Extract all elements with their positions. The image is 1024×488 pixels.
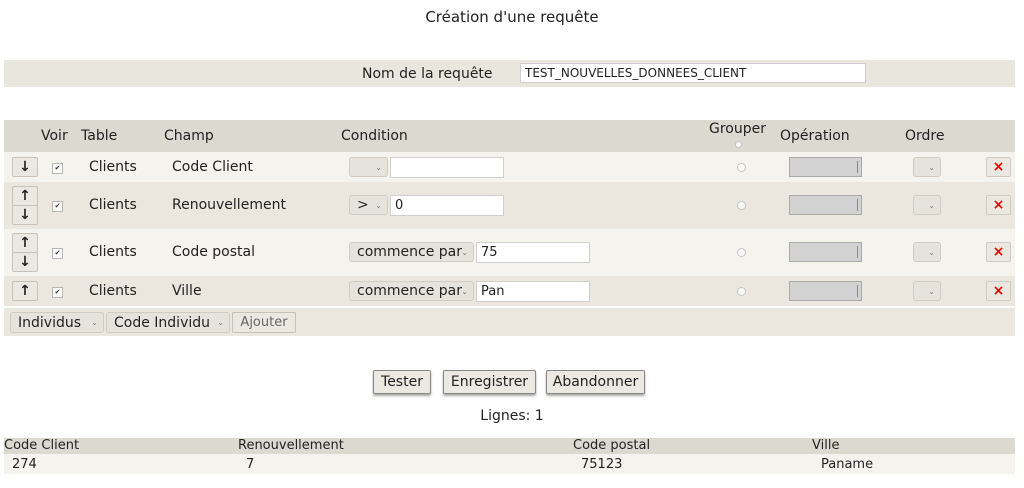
result-col-renouvellement: Renouvellement [238,438,344,453]
chevron-down-icon: ⌄ [928,200,935,210]
page-title: Création d'une requête [425,8,599,26]
grouper-radio[interactable] [737,287,746,296]
result-cell: 274 [12,457,37,472]
ordre-select[interactable]: ⌄ [913,195,941,215]
grouper-radio[interactable] [737,248,746,257]
ordre-select[interactable]: ⌄ [913,281,941,301]
delete-icon: × [992,159,1005,175]
col-condition: Condition [341,128,408,144]
col-operation: Opération [780,128,850,144]
ordre-select[interactable]: ⌄ [913,157,941,177]
table-header: Voir Table Champ Condition Grouper Opéra… [4,120,1015,152]
ordre-select[interactable]: ⌄ [913,242,941,262]
chevron-down-icon: ⌄ [461,286,468,296]
move-down-button[interactable]: ↓ [12,157,38,177]
delete-row-button[interactable]: × [986,281,1011,301]
col-champ: Champ [164,128,214,144]
condition-value-input[interactable]: Pan [476,281,590,302]
results-header: Code Client Renouvellement Code postal V… [4,438,1015,454]
result-col-ville: Ville [812,438,840,453]
move-up-button[interactable]: ↑ [12,233,38,253]
row-champ: Ville [172,283,202,299]
col-voir: Voir [41,128,68,144]
condition-operator-select[interactable]: commence par ⌄ [349,281,474,301]
result-cell: 75123 [581,457,623,472]
condition-operator-select[interactable]: commence par ⌄ [349,242,474,262]
condition-operator-select[interactable]: ⌄ [349,157,388,177]
chevron-down-icon: ⌄ [928,286,935,296]
condition-operator-value: commence par [357,283,463,299]
tester-button[interactable]: Tester [373,370,431,394]
table-row: ↑ ↓ ✔ Clients Renouvellement > ⌄ 0 ⌄ × [4,182,1015,229]
col-ordre: Ordre [905,128,945,144]
result-cell: Paname [821,457,874,472]
query-fields-table: Voir Table Champ Condition Grouper Opéra… [4,120,1015,306]
move-down-button[interactable]: ↓ [12,205,38,225]
move-down-button[interactable]: ↓ [12,252,38,272]
voir-checkbox[interactable]: ✔ [52,248,63,259]
chevron-down-icon: ⌄ [375,200,382,210]
chevron-down-icon: ⌄ [217,318,224,327]
operation-select[interactable] [789,195,862,215]
delete-icon: × [992,197,1005,213]
row-champ: Code postal [172,244,255,260]
table-select-value: Individus [18,314,82,331]
field-select[interactable]: Code Individu ⌄ [106,312,230,333]
row-table: Clients [89,244,137,260]
operation-select[interactable] [789,242,862,262]
operation-select[interactable] [789,281,862,301]
delete-row-button[interactable]: × [986,242,1011,262]
chevron-down-icon: ⌄ [928,162,935,172]
voir-checkbox[interactable]: ✔ [52,163,63,174]
delete-row-button[interactable]: × [986,157,1011,177]
chevron-down-icon: ⌄ [928,247,935,257]
move-up-button[interactable]: ↑ [12,186,38,206]
condition-value-input[interactable]: 75 [476,242,590,263]
chevron-down-icon: ⌄ [461,247,468,257]
abandonner-button[interactable]: Abandonner [546,370,645,394]
voir-checkbox[interactable]: ✔ [52,287,63,298]
query-name-input[interactable]: TEST_NOUVELLES_DONNEES_CLIENT [520,63,866,83]
result-row: 274 7 75123 Paname [4,454,1015,474]
table-row: ↑ ↓ ✔ Clients Code postal commence par ⌄ … [4,229,1015,276]
row-table: Clients [89,159,137,175]
result-cell: 7 [246,457,255,472]
row-champ: Code Client [172,159,253,175]
table-row: ↓ ✔ Clients Code Client ⌄ ⌄ × [4,152,1015,182]
delete-row-button[interactable]: × [986,195,1011,215]
voir-checkbox[interactable]: ✔ [52,201,63,212]
condition-operator-select[interactable]: > ⌄ [349,195,388,215]
delete-icon: × [992,283,1005,299]
chevron-down-icon: ⌄ [375,162,382,172]
enregistrer-button[interactable]: Enregistrer [443,370,536,394]
field-select-value: Code Individu [114,314,211,331]
row-champ: Renouvellement [172,197,286,213]
chevron-down-icon: ⌄ [91,318,98,327]
result-col-code-postal: Code postal [573,438,651,453]
result-col-code-client: Code Client [4,438,80,453]
add-field-bar: Individus ⌄ Code Individu ⌄ Ajouter [4,308,1015,336]
condition-operator-value: commence par [357,244,463,260]
operation-select[interactable] [789,157,862,177]
add-field-button[interactable]: Ajouter [232,312,296,333]
col-grouper: Grouper [709,121,766,137]
row-count: Lignes: 1 [480,408,544,424]
row-table: Clients [89,283,137,299]
grouper-all-radio[interactable] [735,141,742,148]
table-select[interactable]: Individus ⌄ [10,312,104,333]
grouper-radio[interactable] [737,201,746,210]
row-table: Clients [89,197,137,213]
col-table: Table [81,128,118,144]
query-name-label: Nom de la requête [362,66,493,82]
condition-value-input[interactable] [390,157,504,178]
move-up-button[interactable]: ↑ [12,281,38,301]
condition-value-input[interactable]: 0 [390,195,504,216]
delete-icon: × [992,244,1005,260]
table-row: ↑ ✔ Clients Ville commence par ⌄ Pan ⌄ × [4,276,1015,306]
condition-operator-value: > [357,197,369,213]
grouper-radio[interactable] [737,163,746,172]
